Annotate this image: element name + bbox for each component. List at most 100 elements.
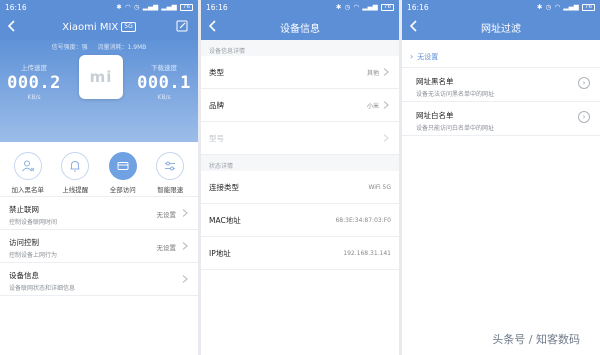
info-row-model[interactable]: 型号 xyxy=(201,122,399,155)
row-title: 网址黑名单 xyxy=(416,77,454,86)
watermark: 头条号 / 知客数码 xyxy=(492,333,580,346)
title-bar: Xiaomi MIX 5G xyxy=(0,14,198,40)
blacklist-action[interactable]: 加入黑名单 xyxy=(8,152,48,196)
status-icons: ✱ ◷ ◠ ▂▄▆ 76 xyxy=(336,3,394,11)
action-label: 全部访问 xyxy=(109,186,136,194)
type-label: 类型 xyxy=(209,67,224,77)
settings-list: 禁止联网 控制设备联网时间 无设置 访问控制 控制设备上网行为 无设置 设备信息… xyxy=(0,196,198,296)
upload-value: 000.2 xyxy=(7,73,61,93)
circle-chevron-icon: › xyxy=(578,77,590,89)
no-setting-option[interactable]: › 无设置 xyxy=(402,46,600,68)
list-item-url-whitelist[interactable]: 网址白名单 设备只能访问白名单中的网址 › xyxy=(402,102,600,136)
row-title: 设备信息 xyxy=(9,271,39,280)
row-subtitle: 设备联网状态和详细信息 xyxy=(9,285,76,292)
page-title: 设备信息 xyxy=(280,23,320,35)
bell-icon xyxy=(61,152,90,180)
device-logo: mi xyxy=(79,55,123,99)
full-access-action[interactable]: 全部访问 xyxy=(103,152,143,196)
signal-icon: ▂▄▆ xyxy=(142,3,159,11)
bluetooth-icon: ✱ xyxy=(116,3,123,11)
speed-limit-action[interactable]: 智能限速 xyxy=(150,152,190,196)
upload-speed: 上传速度 000.2 KB/s xyxy=(4,62,64,101)
sliders-icon xyxy=(156,152,185,180)
brand-value: 小米 xyxy=(366,102,379,110)
section-label-device: 设备信息详情 xyxy=(201,40,399,56)
info-row-brand[interactable]: 品牌 小米 xyxy=(201,89,399,122)
model-label: 型号 xyxy=(209,133,224,143)
back-button[interactable] xyxy=(208,19,222,35)
card-icon xyxy=(108,152,137,180)
row-title: 网址白名单 xyxy=(416,111,454,120)
online-alert-action[interactable]: 上线提醒 xyxy=(55,152,95,196)
bluetooth-icon: ✱ xyxy=(536,3,543,11)
download-label: 下载速度 xyxy=(151,64,177,72)
upload-label: 上传速度 xyxy=(21,64,47,72)
alarm-icon: ◷ xyxy=(344,3,351,11)
section-label-status: 状态详情 xyxy=(201,155,399,171)
status-bar: 16:16 ✱ ◷ ◠ ▂▄▆ 76 xyxy=(402,0,600,14)
device-detail-screen: 16:16 ✱ ◠ ◷ ▂▄▆ ▂▄▆ 76 Xiaomi MIX 5G 信号强… xyxy=(0,0,198,355)
chevron-right-icon xyxy=(383,134,389,142)
network-badge: 5G xyxy=(121,22,136,32)
conn-value: WiFi 5G xyxy=(368,183,391,191)
status-time: 16:16 xyxy=(5,2,27,12)
action-label: 加入黑名单 xyxy=(11,186,45,194)
info-row-mac: MAC地址 68:3E:34:87:03:F0 xyxy=(201,204,399,237)
chevron-right-icon xyxy=(383,68,389,76)
info-row-type[interactable]: 类型 其他 xyxy=(201,56,399,89)
chevron-right-icon xyxy=(182,275,188,283)
upload-unit: KB/s xyxy=(27,94,41,101)
chevron-right-icon: › xyxy=(410,52,414,61)
bluetooth-icon: ✱ xyxy=(335,3,342,11)
edit-icon[interactable] xyxy=(176,20,188,32)
brand-label: 品牌 xyxy=(209,100,224,110)
mac-value: 68:3E:34:87:03:F0 xyxy=(335,216,391,224)
list-item-url-blacklist[interactable]: 网址黑名单 设备无法访问黑名单中的网址 › xyxy=(402,68,600,102)
back-button[interactable] xyxy=(409,19,423,35)
wifi-icon: ◠ xyxy=(353,3,360,11)
battery-icon: 76 xyxy=(582,3,595,11)
mac-label: MAC地址 xyxy=(209,215,241,225)
chevron-right-icon xyxy=(383,101,389,109)
url-filter-screen: 16:16 ✱ ◷ ◠ ▂▄▆ 76 网址过滤 › 无设置 网址黑名单 设备无法… xyxy=(402,0,600,355)
signal-icon-2: ▂▄▆ xyxy=(161,3,177,11)
signal-icon: ▂▄▆ xyxy=(362,3,378,11)
status-icons: ✱ ◷ ◠ ▂▄▆ 76 xyxy=(537,3,595,11)
chevron-right-icon xyxy=(182,242,188,250)
status-bar: 16:16 ✱ ◷ ◠ ▂▄▆ 76 xyxy=(201,0,399,14)
alarm-icon: ◷ xyxy=(545,3,552,11)
list-item-access-control[interactable]: 访问控制 控制设备上网行为 无设置 xyxy=(0,230,198,263)
circle-chevron-icon: › xyxy=(578,111,590,123)
download-unit: KB/s xyxy=(157,94,171,101)
row-value: 无设置 xyxy=(156,211,177,219)
chevron-right-icon xyxy=(182,209,188,217)
battery-icon: 76 xyxy=(381,3,394,11)
device-info-screen: 16:16 ✱ ◷ ◠ ▂▄▆ 76 设备信息 设备信息详情 类型 其他 品牌 … xyxy=(201,0,399,355)
ip-label: IP地址 xyxy=(209,248,231,258)
back-button[interactable] xyxy=(7,19,21,35)
page-title: 网址过滤 xyxy=(481,23,521,35)
status-bar: 16:16 ✱ ◠ ◷ ▂▄▆ ▂▄▆ 76 xyxy=(0,0,198,14)
download-speed: 下载速度 000.1 KB/s xyxy=(134,62,194,101)
info-row-ip: IP地址 192.168.31.141 xyxy=(201,237,399,270)
list-item-no-internet[interactable]: 禁止联网 控制设备联网时间 无设置 xyxy=(0,197,198,230)
type-value: 其他 xyxy=(366,69,379,77)
action-label: 上线提醒 xyxy=(62,186,89,194)
row-subtitle: 设备只能访问白名单中的网址 xyxy=(416,125,495,132)
wifi-icon: ◠ xyxy=(125,3,131,11)
page-title: Xiaomi MIX xyxy=(62,21,119,33)
title-bar: 网址过滤 xyxy=(402,14,600,40)
user-block-icon xyxy=(13,152,42,180)
conn-label: 连接类型 xyxy=(209,182,239,192)
mi-logo-icon: mi xyxy=(89,68,113,86)
list-item-device-info[interactable]: 设备信息 设备联网状态和详细信息 xyxy=(0,263,198,296)
traffic-usage: 流量消耗：1.9MB xyxy=(97,44,147,51)
row-value: 无设置 xyxy=(156,244,177,252)
signal-strength: 信号强度：强 xyxy=(51,44,88,51)
row-subtitle: 设备无法访问黑名单中的网址 xyxy=(416,91,495,98)
device-hero: 信号强度：强 流量消耗：1.9MB 上传速度 000.2 KB/s mi 下载速… xyxy=(0,40,198,142)
ip-value: 192.168.31.141 xyxy=(343,249,391,257)
signal-icon: ▂▄▆ xyxy=(563,3,579,11)
alarm-icon: ◷ xyxy=(133,3,140,11)
title-bar: 设备信息 xyxy=(201,14,399,40)
